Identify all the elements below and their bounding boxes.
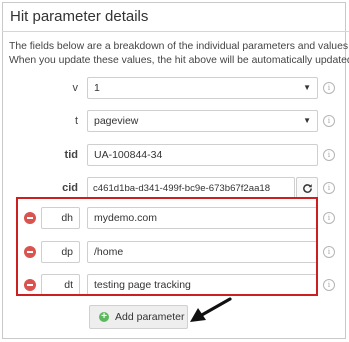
refresh-icon [302, 183, 312, 193]
param-input-tid[interactable]: UA-100844-34 [87, 144, 318, 166]
param-value-t: pageview [94, 115, 139, 127]
add-parameter-label: Add parameter [115, 311, 185, 323]
chevron-down-icon: ▼ [303, 116, 311, 125]
param-value-v: 1 [94, 82, 100, 94]
highlight-box [16, 197, 318, 296]
param-label-v: v [72, 82, 79, 94]
description-line-1: The fields below are a breakdown of the … [9, 41, 349, 52]
param-value-cid: c461d1ba-d341-499f-bc9e-673b67f2aa18 [93, 182, 271, 194]
refresh-button[interactable] [296, 177, 318, 199]
info-icon[interactable]: i [323, 246, 335, 258]
add-parameter-button[interactable]: + Add parameter [89, 305, 188, 329]
chevron-down-icon: ▼ [303, 83, 311, 92]
param-label-cid: cid [62, 182, 78, 194]
plus-icon: + [99, 312, 109, 322]
param-select-t[interactable]: pageview ▼ [87, 110, 318, 132]
info-icon[interactable]: i [323, 82, 335, 94]
panel-description: The fields below are a breakdown of the … [9, 40, 349, 68]
info-icon[interactable]: i [323, 182, 335, 194]
arrow-icon [190, 297, 232, 322]
info-icon[interactable]: i [323, 212, 335, 224]
param-value-tid: UA-100844-34 [94, 149, 163, 161]
param-label-t: t [74, 115, 78, 127]
info-icon[interactable]: i [323, 149, 335, 161]
param-label-tid: tid [64, 149, 78, 161]
panel-title: Hit parameter details [10, 8, 149, 25]
param-select-v[interactable]: 1 ▼ [87, 77, 318, 99]
info-icon[interactable]: i [323, 115, 335, 127]
description-line-2: When you update these values, the hit ab… [9, 55, 349, 66]
info-icon[interactable]: i [323, 279, 335, 291]
param-input-cid[interactable]: c461d1ba-d341-499f-bc9e-673b67f2aa18 [87, 177, 295, 199]
title-divider [2, 31, 349, 32]
